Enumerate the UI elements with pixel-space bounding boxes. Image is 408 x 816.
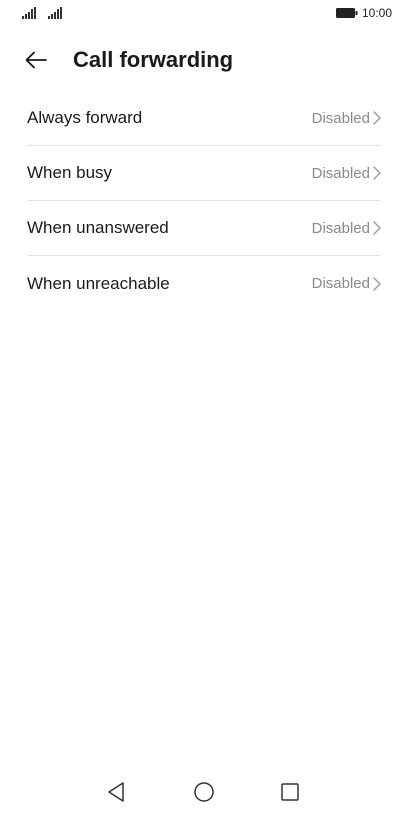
status-bar: 10:00 xyxy=(0,0,408,28)
list-item-when-unreachable[interactable]: When unreachable Disabled xyxy=(27,256,381,311)
call-forwarding-list: Always forward Disabled When busy Disabl… xyxy=(27,91,381,311)
item-label: When unanswered xyxy=(27,218,169,237)
item-label: When busy xyxy=(27,163,113,182)
signal-icon xyxy=(48,7,62,19)
item-status: Disabled xyxy=(311,275,370,292)
app-header: Call forwarding xyxy=(0,38,408,82)
back-button[interactable] xyxy=(20,46,52,74)
nav-home-button[interactable] xyxy=(192,780,216,804)
battery-icon xyxy=(335,8,358,18)
list-item-when-busy[interactable]: When busy Disabled xyxy=(27,146,381,201)
item-status: Disabled xyxy=(311,164,370,182)
status-right: 10:00 xyxy=(335,6,392,20)
system-nav-bar xyxy=(0,770,408,814)
home-circle-icon xyxy=(194,782,214,802)
item-status: Disabled xyxy=(311,219,370,237)
item-value-group: Disabled xyxy=(312,110,381,127)
item-value-group: Disabled xyxy=(312,165,381,182)
signal-icon xyxy=(22,7,36,19)
status-time: 10:00 xyxy=(361,6,392,20)
item-value-group: Disabled xyxy=(312,275,381,292)
item-status: Disabled xyxy=(311,109,370,127)
item-value-group: Disabled xyxy=(312,220,381,237)
arrow-left-icon xyxy=(25,51,47,69)
chevron-right-icon xyxy=(373,166,381,180)
nav-back-button[interactable] xyxy=(104,780,128,804)
item-label: Always forward xyxy=(27,108,143,127)
chevron-right-icon xyxy=(373,111,381,125)
page-title: Call forwarding xyxy=(73,47,234,72)
back-triangle-icon xyxy=(108,782,124,802)
signal-group xyxy=(22,7,64,19)
chevron-right-icon xyxy=(373,221,381,235)
chevron-right-icon xyxy=(373,276,381,291)
recents-square-icon xyxy=(281,783,299,801)
list-item-always-forward[interactable]: Always forward Disabled xyxy=(27,91,381,146)
list-item-when-unanswered[interactable]: When unanswered Disabled xyxy=(27,201,381,256)
nav-recents-button[interactable] xyxy=(278,780,302,804)
item-label: When unreachable xyxy=(27,273,170,293)
